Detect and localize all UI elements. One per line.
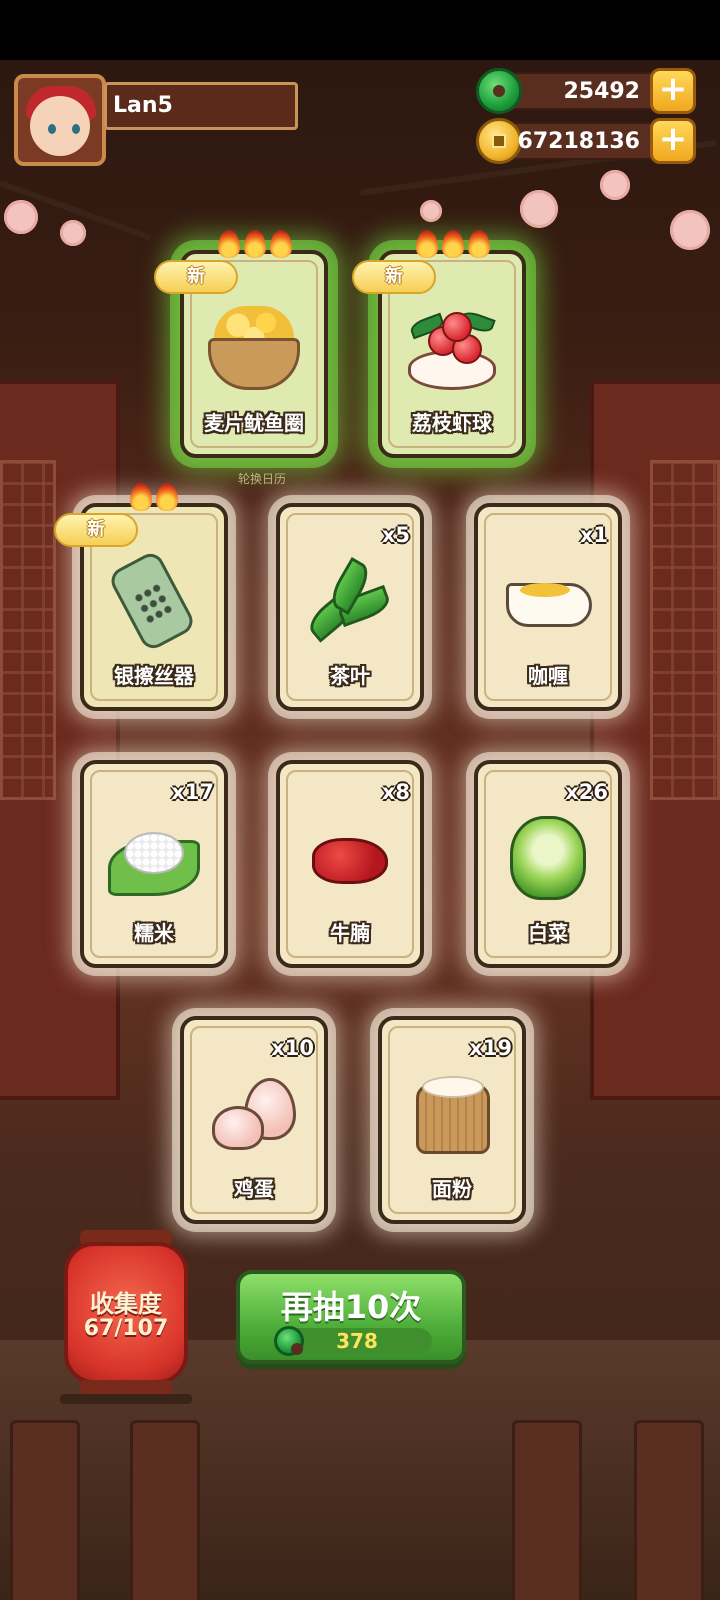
new-badge: 新: [352, 260, 436, 294]
flame-icon: [270, 230, 292, 258]
flame-icon: [244, 230, 266, 258]
blossom: [60, 220, 86, 246]
blossom: [670, 210, 710, 250]
curry-icon: [502, 553, 594, 649]
card-name: 牛腩: [330, 921, 370, 945]
rice-icon: [108, 810, 200, 906]
grater: [106, 549, 198, 653]
tea-leaf-icon: [303, 553, 396, 649]
right-window-lattice: [650, 460, 720, 800]
rotation-calendar-label: 轮换日历: [238, 472, 287, 486]
card-name: 银擦丝器: [114, 664, 194, 688]
coin-icon: [476, 118, 522, 164]
quantity-badge: x1: [579, 523, 608, 547]
quantity-badge: x10: [271, 1036, 314, 1060]
blossom: [600, 170, 630, 200]
card-flour[interactable]: x19 面粉: [378, 1016, 526, 1224]
card-glutinous-rice[interactable]: x17 糯米: [80, 760, 228, 968]
flour-sack-icon: [406, 1066, 498, 1162]
card-name: 荔枝虾球: [412, 411, 492, 435]
grater-holes: [131, 580, 176, 627]
card-name: 麦片鱿鱼圈: [204, 411, 304, 435]
collection-lantern[interactable]: 收集度 67/107: [60, 1230, 192, 1404]
collection-title: 收集度: [90, 1290, 162, 1318]
draw-cost: 378: [274, 1326, 432, 1356]
add-jade-button[interactable]: +: [650, 68, 696, 114]
rice: [124, 832, 184, 874]
fence-post: [10, 1420, 80, 1600]
avatar-eye: [72, 124, 80, 134]
avatar-face: [30, 96, 90, 156]
card-curry[interactable]: x1 咖喱: [474, 503, 622, 711]
card-name: 面粉: [432, 1177, 472, 1201]
cabbage: [510, 816, 586, 900]
flame-rating: [130, 483, 210, 513]
flame-icon: [130, 483, 152, 511]
grater-icon: [106, 549, 200, 653]
player-avatar[interactable]: [14, 74, 106, 166]
fence-post: [512, 1420, 582, 1600]
flame-icon: [156, 483, 178, 511]
card-name: 鸡蛋: [234, 1177, 274, 1201]
plate: [408, 350, 496, 390]
flame-icon: [468, 230, 490, 258]
jade-counter: 25492 +: [476, 68, 696, 114]
quantity-badge: x5: [381, 523, 410, 547]
card-squid-rings[interactable]: 新 麦片鱿鱼圈: [154, 230, 328, 458]
card-name: 白菜: [528, 921, 568, 945]
fence-post: [634, 1420, 704, 1600]
quantity-badge: x8: [381, 780, 410, 804]
squid-rings-icon: [208, 300, 300, 396]
flame-rating: [416, 230, 496, 260]
card-lychee-shrimp[interactable]: 新 荔枝虾球: [352, 230, 526, 458]
beef: [312, 838, 388, 884]
card-name: 糯米: [134, 921, 174, 945]
flame-icon: [416, 230, 438, 258]
beef-icon: [304, 810, 396, 906]
card-silver-grater[interactable]: 新 银擦丝器: [54, 483, 228, 711]
fence-post: [130, 1420, 200, 1600]
add-coins-button[interactable]: +: [650, 118, 696, 164]
jade-icon: [476, 68, 522, 114]
card-name: 咖喱: [528, 664, 568, 688]
egg: [212, 1106, 264, 1150]
card-name: 茶叶: [330, 664, 370, 688]
draw-again-button[interactable]: 再抽10次 378: [236, 1270, 466, 1364]
draw-cost-value: 378: [336, 1329, 378, 1353]
lantern-stand: [60, 1394, 192, 1404]
blossom: [4, 200, 38, 234]
quantity-badge: x17: [171, 780, 214, 804]
card-beef-shank[interactable]: x8 牛腩: [276, 760, 424, 968]
flame-icon: [218, 230, 240, 258]
cabbage-icon: [502, 810, 594, 906]
quantity-badge: x26: [565, 780, 608, 804]
blossom: [420, 200, 442, 222]
flame-rating: [218, 230, 298, 260]
status-bar: [0, 0, 720, 60]
blossom: [520, 190, 558, 228]
curry-sauce: [520, 583, 570, 597]
left-window-lattice: [0, 460, 56, 800]
card-tea[interactable]: x5 茶叶: [276, 503, 424, 711]
coin-value: 67218136: [517, 129, 640, 154]
card-egg[interactable]: x10 鸡蛋: [180, 1016, 328, 1224]
new-badge: 新: [54, 513, 138, 547]
avatar-eye: [48, 124, 56, 134]
coin-counter: 67218136 +: [476, 118, 696, 164]
draw-again-label: 再抽10次: [280, 1288, 422, 1326]
player-name: Lan5: [104, 82, 298, 130]
flame-icon: [442, 230, 464, 258]
lychee-shrimp-icon: [406, 300, 498, 396]
quantity-badge: x19: [469, 1036, 512, 1060]
jade-value: 25492: [563, 79, 640, 104]
flour: [422, 1076, 484, 1098]
lychee: [442, 312, 472, 342]
new-badge: 新: [154, 260, 238, 294]
card-cabbage[interactable]: x26 白菜: [474, 760, 622, 968]
basket: [208, 338, 300, 390]
collection-progress: 67/107: [83, 1316, 169, 1341]
egg-icon: [208, 1066, 300, 1162]
